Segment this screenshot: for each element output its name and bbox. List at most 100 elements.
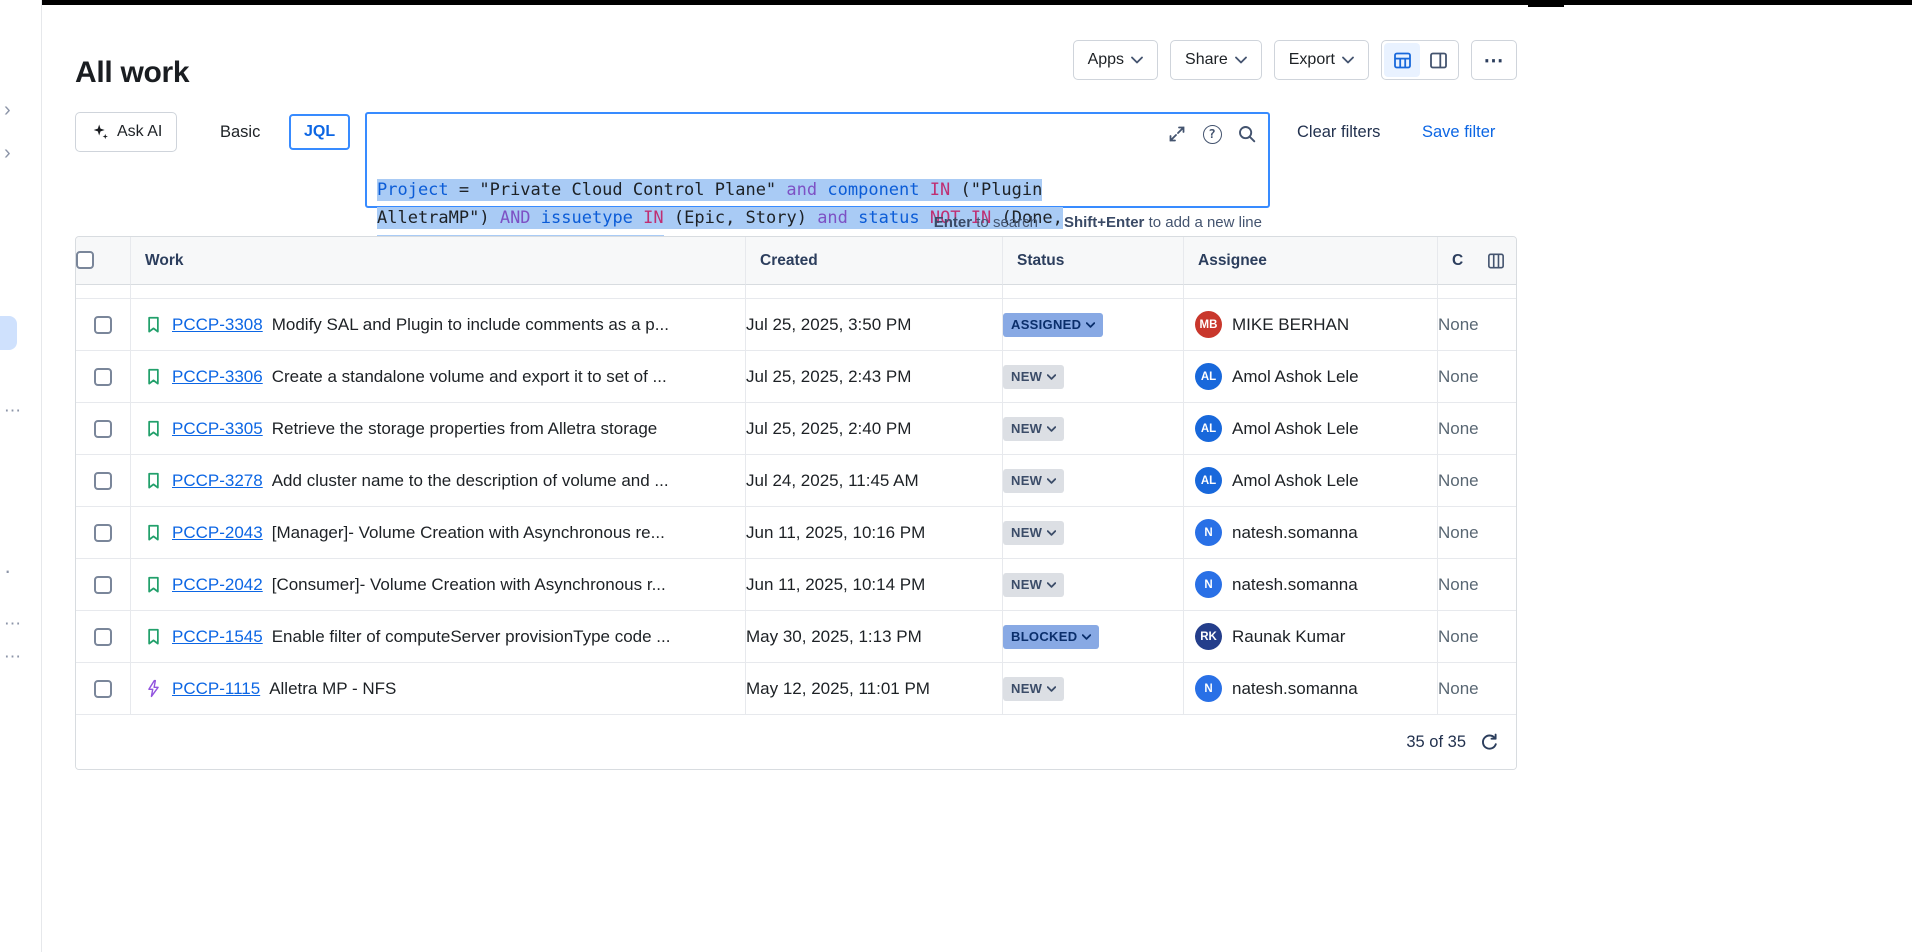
rail-chevron-icon[interactable]: › [4, 143, 11, 163]
chevron-down-icon [1047, 478, 1056, 484]
share-button-label: Share [1185, 51, 1228, 69]
select-all-checkbox[interactable] [76, 251, 94, 269]
left-rail: › › ⋯ · ⋯ ⋯ [0, 0, 42, 952]
status-badge[interactable]: NEW [1003, 573, 1064, 597]
chevron-down-icon [1047, 374, 1056, 380]
rail-chevron-icon[interactable]: › [4, 100, 11, 120]
assignee-name: MIKE BERHAN [1232, 315, 1349, 335]
status-badge[interactable]: NEW [1003, 469, 1064, 493]
columns-icon [1486, 251, 1506, 271]
column-header-status[interactable]: Status [1003, 237, 1184, 285]
issue-summary: Retrieve the storage properties from All… [272, 419, 658, 439]
row-checkbox[interactable] [94, 368, 112, 386]
column-header-work[interactable]: Work [131, 237, 746, 285]
row-checkbox[interactable] [94, 472, 112, 490]
sparkle-icon [90, 122, 110, 142]
chevron-down-icon [1342, 56, 1354, 64]
refresh-button[interactable] [1477, 730, 1501, 754]
share-button[interactable]: Share [1170, 40, 1262, 80]
story-icon [144, 627, 163, 646]
search-icon[interactable] [1236, 123, 1258, 145]
status-badge[interactable]: ASSIGNED [1003, 313, 1103, 337]
components-cell: None [1438, 299, 1516, 351]
issue-key-link[interactable]: PCCP-3306 [172, 367, 263, 387]
row-checkbox[interactable] [94, 628, 112, 646]
status-badge[interactable]: NEW [1003, 417, 1064, 441]
rail-dot-icon: · [4, 560, 11, 582]
story-icon [144, 315, 163, 334]
table-row[interactable]: PCCP-1545Enable filter of computeServer … [76, 611, 1516, 663]
table-row[interactable]: PCCP-3306Create a standalone volume and … [76, 351, 1516, 403]
column-header-components[interactable]: C [1438, 237, 1516, 285]
row-checkbox[interactable] [94, 680, 112, 698]
rail-more-icon[interactable]: ⋯ [4, 648, 21, 665]
row-checkbox[interactable] [94, 316, 112, 334]
assignee-name: Amol Ashok Lele [1232, 471, 1359, 491]
issue-key-link[interactable]: PCCP-3305 [172, 419, 263, 439]
table-row[interactable]: PCCP-1115Alletra MP - NFSMay 12, 2025, 1… [76, 663, 1516, 715]
assignee-name: Amol Ashok Lele [1232, 367, 1359, 387]
mode-basic-button[interactable]: Basic [208, 112, 272, 152]
table-footer: 35 of 35 [76, 715, 1516, 769]
story-icon [144, 471, 163, 490]
help-icon[interactable]: ? [1201, 123, 1223, 145]
hint-shift-enter: Shift+Enter [1064, 214, 1144, 231]
export-button[interactable]: Export [1274, 40, 1369, 80]
rail-active-item[interactable] [0, 316, 17, 350]
created-cell: Jun 11, 2025, 10:14 PM [746, 559, 1003, 611]
assignee-name: Amol Ashok Lele [1232, 419, 1359, 439]
status-badge[interactable]: BLOCKED [1003, 625, 1099, 649]
issue-key-link[interactable]: PCCP-2043 [172, 523, 263, 543]
rail-more-icon[interactable]: ⋯ [4, 615, 21, 632]
avatar: AL [1195, 467, 1222, 494]
detail-view-button[interactable] [1420, 43, 1456, 77]
table-row[interactable]: PCCP-3308 Modify SAL and Plugin to includ… [76, 299, 1516, 351]
issue-key-link[interactable]: PCCP-2042 [172, 575, 263, 595]
status-badge[interactable]: NEW [1003, 365, 1064, 389]
components-cell: None [1438, 455, 1516, 507]
partial-row [76, 285, 1516, 299]
created-cell: Jul 25, 2025, 2:43 PM [746, 351, 1003, 403]
status-badge[interactable]: NEW [1003, 521, 1064, 545]
result-count: 35 of 35 [1406, 733, 1466, 752]
components-cell: None [1438, 663, 1516, 715]
table-row[interactable]: PCCP-3305 Retrieve the storage properties… [76, 403, 1516, 455]
rail-more-icon[interactable]: ⋯ [4, 402, 21, 419]
issue-summary: Alletra MP - NFS [269, 679, 396, 699]
table-row[interactable]: PCCP-3278Add cluster name to the descrip… [76, 455, 1516, 507]
created-cell: Jul 25, 2025, 2:40 PM [746, 403, 1003, 455]
mode-jql-button[interactable]: JQL [289, 114, 350, 150]
status-badge[interactable]: NEW [1003, 677, 1064, 701]
issue-key-link[interactable]: PCCP-1545 [172, 627, 263, 647]
issue-key-link[interactable]: PCCP-1115 [172, 679, 260, 699]
row-checkbox[interactable] [94, 524, 112, 542]
apps-button-label: Apps [1088, 51, 1124, 69]
table-row[interactable]: PCCP-2043 [Manager]- Volume Creation with… [76, 507, 1516, 559]
select-all-header [76, 237, 131, 285]
configure-columns-button[interactable] [1482, 247, 1510, 275]
work-items-table: Work Created Status Assignee C [75, 236, 1517, 770]
apps-button[interactable]: Apps [1073, 40, 1158, 80]
table-row[interactable]: PCCP-2042[Consumer]- Volume Creation wit… [76, 559, 1516, 611]
components-cell: None [1438, 351, 1516, 403]
story-icon [144, 419, 163, 438]
avatar: RK [1195, 623, 1222, 650]
list-view-button[interactable] [1384, 43, 1420, 77]
jql-query-input[interactable]: Project = "Private Cloud Control Plane" … [365, 112, 1270, 208]
save-filter-button[interactable]: Save filter [1422, 112, 1495, 152]
issue-summary: Modify SAL and Plugin to include comment… [272, 315, 669, 335]
assignee-name: natesh.somanna [1232, 523, 1358, 543]
chevron-down-icon [1047, 530, 1056, 536]
column-header-assignee[interactable]: Assignee [1184, 237, 1438, 285]
issue-key-link[interactable]: PCCP-3308 [172, 315, 263, 335]
row-checkbox[interactable] [94, 576, 112, 594]
clear-filters-button[interactable]: Clear filters [1297, 112, 1380, 152]
more-actions-button[interactable]: ⋯ [1471, 40, 1517, 80]
ask-ai-button[interactable]: Ask AI [75, 112, 177, 152]
issue-key-link[interactable]: PCCP-3278 [172, 471, 263, 491]
row-checkbox[interactable] [94, 420, 112, 438]
column-header-created[interactable]: Created [746, 237, 1003, 285]
created-cell: May 30, 2025, 1:13 PM [746, 611, 1003, 663]
issue-summary: [Manager]- Volume Creation with Asynchro… [272, 523, 665, 543]
expand-icon[interactable] [1166, 123, 1188, 145]
